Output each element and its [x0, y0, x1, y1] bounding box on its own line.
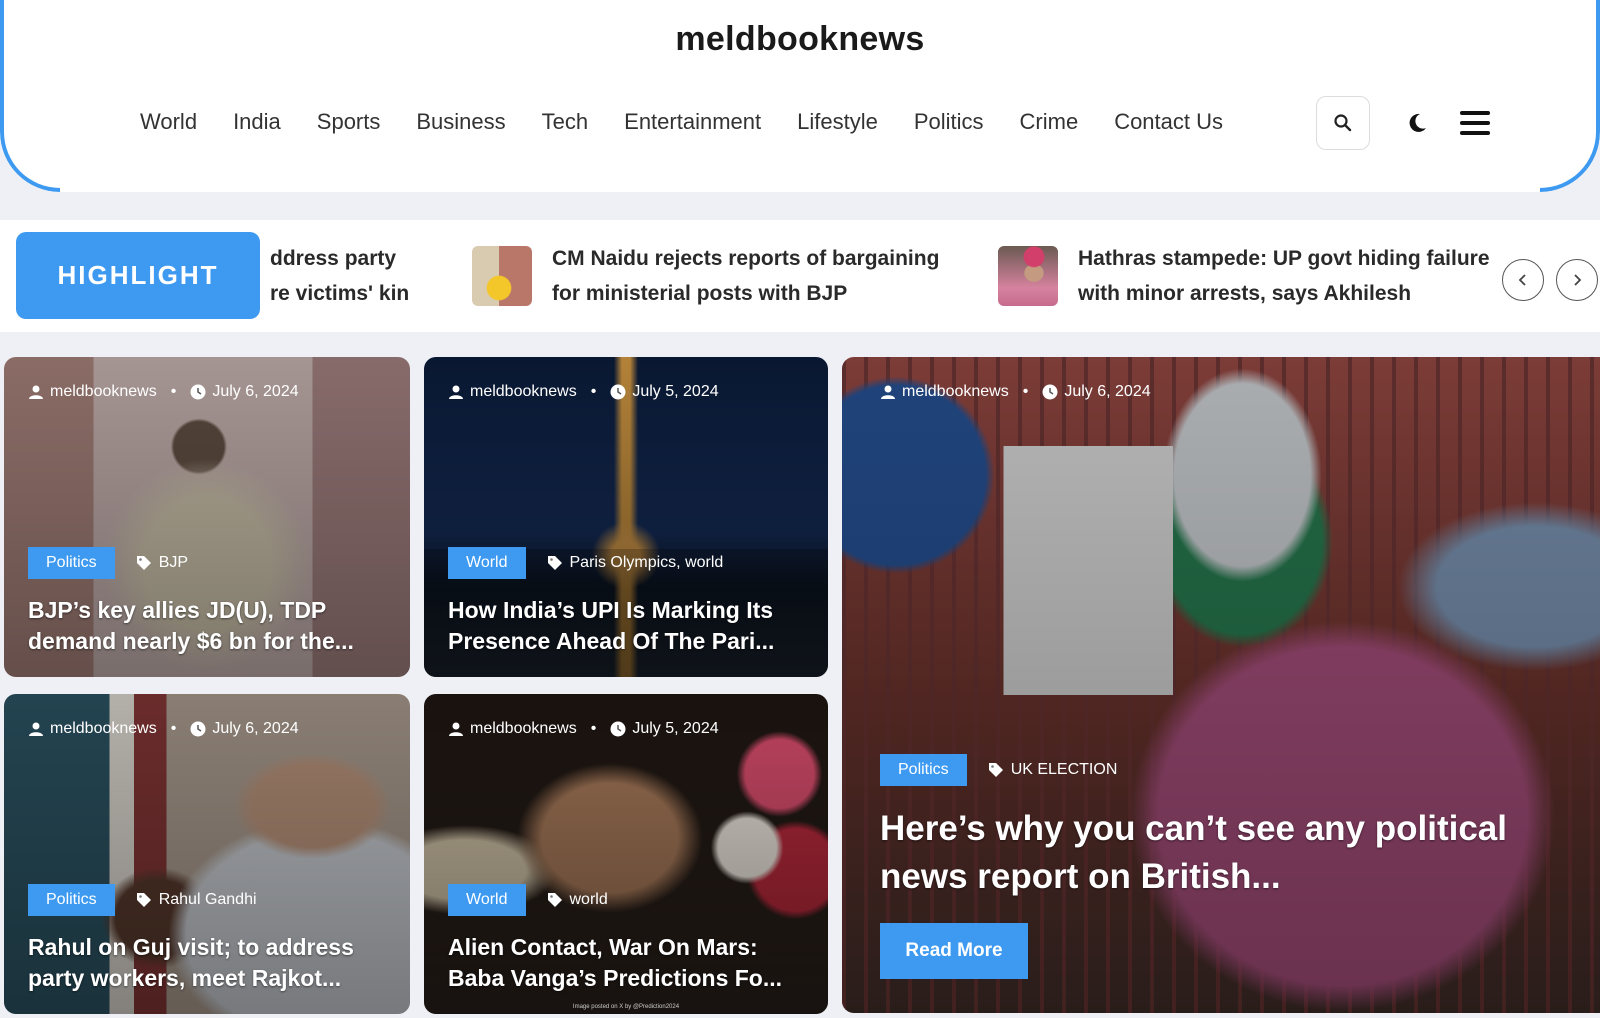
category-badge[interactable]: Politics [28, 884, 115, 916]
search-icon [1334, 114, 1352, 132]
article-card[interactable]: meldbooknews • July 5, 2024 World world … [424, 694, 828, 1014]
tag-icon [135, 554, 153, 572]
ticker-next-button[interactable] [1556, 259, 1598, 301]
article-tags: Politics Rahul Gandhi [28, 884, 257, 916]
article-title[interactable]: Rahul on Guj visit; to address party wor… [28, 932, 390, 994]
tag-icon [135, 891, 153, 909]
article-date[interactable]: July 5, 2024 [632, 720, 718, 738]
article-tags: World world [448, 884, 608, 916]
ticker-partial-line: ddress party [270, 247, 397, 270]
category-badge[interactable]: World [448, 547, 526, 579]
article-author[interactable]: meldbooknews [50, 383, 157, 401]
nav-india[interactable]: India [233, 104, 281, 140]
separator-dot: • [170, 383, 177, 400]
user-icon [880, 384, 896, 400]
article-title[interactable]: Alien Contact, War On Mars: Baba Vanga’s… [448, 932, 808, 994]
ticker-thumbnail [998, 246, 1058, 306]
article-meta: meldbooknews • July 6, 2024 [880, 383, 1151, 401]
nav-politics[interactable]: Politics [914, 104, 984, 140]
tag-list[interactable]: Rahul Gandhi [159, 891, 257, 909]
ticker-partial-line: re victims' kin [270, 282, 410, 305]
article-meta: meldbooknews • July 5, 2024 [448, 720, 719, 738]
tag-icon [546, 554, 564, 572]
user-icon [448, 384, 464, 400]
clock-icon [610, 721, 626, 737]
clock-icon [190, 384, 206, 400]
tag-icon [987, 761, 1005, 779]
nav-world[interactable]: World [140, 104, 197, 140]
article-date[interactable]: July 6, 2024 [212, 720, 298, 738]
article-card[interactable]: meldbooknews • July 5, 2024 World Paris … [424, 357, 828, 677]
highlight-badge: HIGHLIGHT [16, 232, 260, 319]
article-author[interactable]: meldbooknews [902, 383, 1009, 401]
category-badge[interactable]: World [448, 884, 526, 916]
menu-line [1460, 131, 1490, 135]
ticker-item[interactable]: Hathras stampede: UP govt hiding failure… [998, 232, 1498, 320]
article-meta: meldbooknews • July 5, 2024 [448, 383, 719, 401]
nav-contact-us[interactable]: Contact Us [1114, 104, 1223, 140]
separator-dot: • [590, 720, 597, 737]
image-credit: Image posted on X by @Prediction2024 [572, 1004, 680, 1010]
user-icon [28, 384, 44, 400]
article-tags: Politics BJP [28, 547, 188, 579]
article-card[interactable]: meldbooknews • July 6, 2024 Politics BJP… [4, 357, 410, 677]
article-date[interactable]: July 6, 2024 [1064, 383, 1150, 401]
tag-list[interactable]: world [570, 891, 608, 909]
featured-article-title[interactable]: Here’s why you can’t see any political n… [880, 805, 1572, 901]
user-icon [28, 721, 44, 737]
ticker-item-partial[interactable]: ddress party re victims' kin [270, 232, 420, 320]
article-author[interactable]: meldbooknews [50, 720, 157, 738]
chevron-left-icon [1518, 274, 1526, 286]
article-date[interactable]: July 5, 2024 [632, 383, 718, 401]
nav-business[interactable]: Business [416, 104, 505, 140]
nav-crime[interactable]: Crime [1020, 104, 1079, 140]
clock-icon [190, 721, 206, 737]
article-meta: meldbooknews • July 6, 2024 [28, 383, 299, 401]
tag-list[interactable]: BJP [159, 554, 188, 572]
ticker-thumbnail [472, 246, 532, 306]
nav-lifestyle[interactable]: Lifestyle [797, 104, 878, 140]
main-nav: World India Sports Business Tech Enterta… [140, 104, 1223, 140]
clock-icon [1042, 384, 1058, 400]
menu-line [1460, 121, 1490, 125]
ticker-title: CM Naidu rejects reports of bargaining f… [552, 247, 940, 305]
site-title[interactable]: meldbooknews [0, 20, 1600, 59]
article-title[interactable]: BJP’s key allies JD(U), TDP demand nearl… [28, 595, 390, 657]
image-overlay [842, 357, 1600, 1013]
article-author[interactable]: meldbooknews [470, 383, 577, 401]
chevron-right-icon [1574, 274, 1582, 286]
separator-dot: • [1022, 383, 1029, 400]
article-meta: meldbooknews • July 6, 2024 [28, 720, 299, 738]
tag-list[interactable]: UK ELECTION [1011, 761, 1118, 779]
article-author[interactable]: meldbooknews [470, 720, 577, 738]
article-title[interactable]: How India’s UPI Is Marking Its Presence … [448, 595, 808, 657]
article-card[interactable]: meldbooknews • July 6, 2024 Politics Rah… [4, 694, 410, 1014]
ticker-prev-button[interactable] [1502, 259, 1544, 301]
article-tags: World Paris Olympics, world [448, 547, 723, 579]
ticker-item[interactable]: CM Naidu rejects reports of bargaining f… [472, 232, 972, 320]
highlight-ticker: HIGHLIGHT ddress party re victims' kin C… [0, 220, 1600, 332]
dark-mode-toggle[interactable] [1402, 108, 1432, 138]
separator-dot: • [170, 720, 177, 737]
moon-icon [1409, 113, 1426, 132]
category-badge[interactable]: Politics [28, 547, 115, 579]
search-button[interactable] [1316, 96, 1370, 150]
clock-icon [610, 384, 626, 400]
tag-list[interactable]: Paris Olympics, world [570, 554, 724, 572]
hamburger-menu-button[interactable] [1460, 108, 1490, 138]
site-header: meldbooknews World India Sports Business… [0, 0, 1600, 192]
ticker-title: Hathras stampede: UP govt hiding failure… [1078, 247, 1490, 305]
tag-icon [546, 891, 564, 909]
separator-dot: • [590, 383, 597, 400]
category-badge[interactable]: Politics [880, 754, 967, 786]
read-more-button[interactable]: Read More [880, 923, 1028, 979]
menu-line [1460, 111, 1490, 115]
article-tags: Politics UK ELECTION [880, 754, 1117, 786]
nav-tech[interactable]: Tech [542, 104, 588, 140]
featured-article-card[interactable]: meldbooknews • July 6, 2024 Politics UK … [842, 357, 1600, 1013]
article-date[interactable]: July 6, 2024 [212, 383, 298, 401]
nav-sports[interactable]: Sports [317, 104, 381, 140]
nav-entertainment[interactable]: Entertainment [624, 104, 761, 140]
user-icon [448, 721, 464, 737]
